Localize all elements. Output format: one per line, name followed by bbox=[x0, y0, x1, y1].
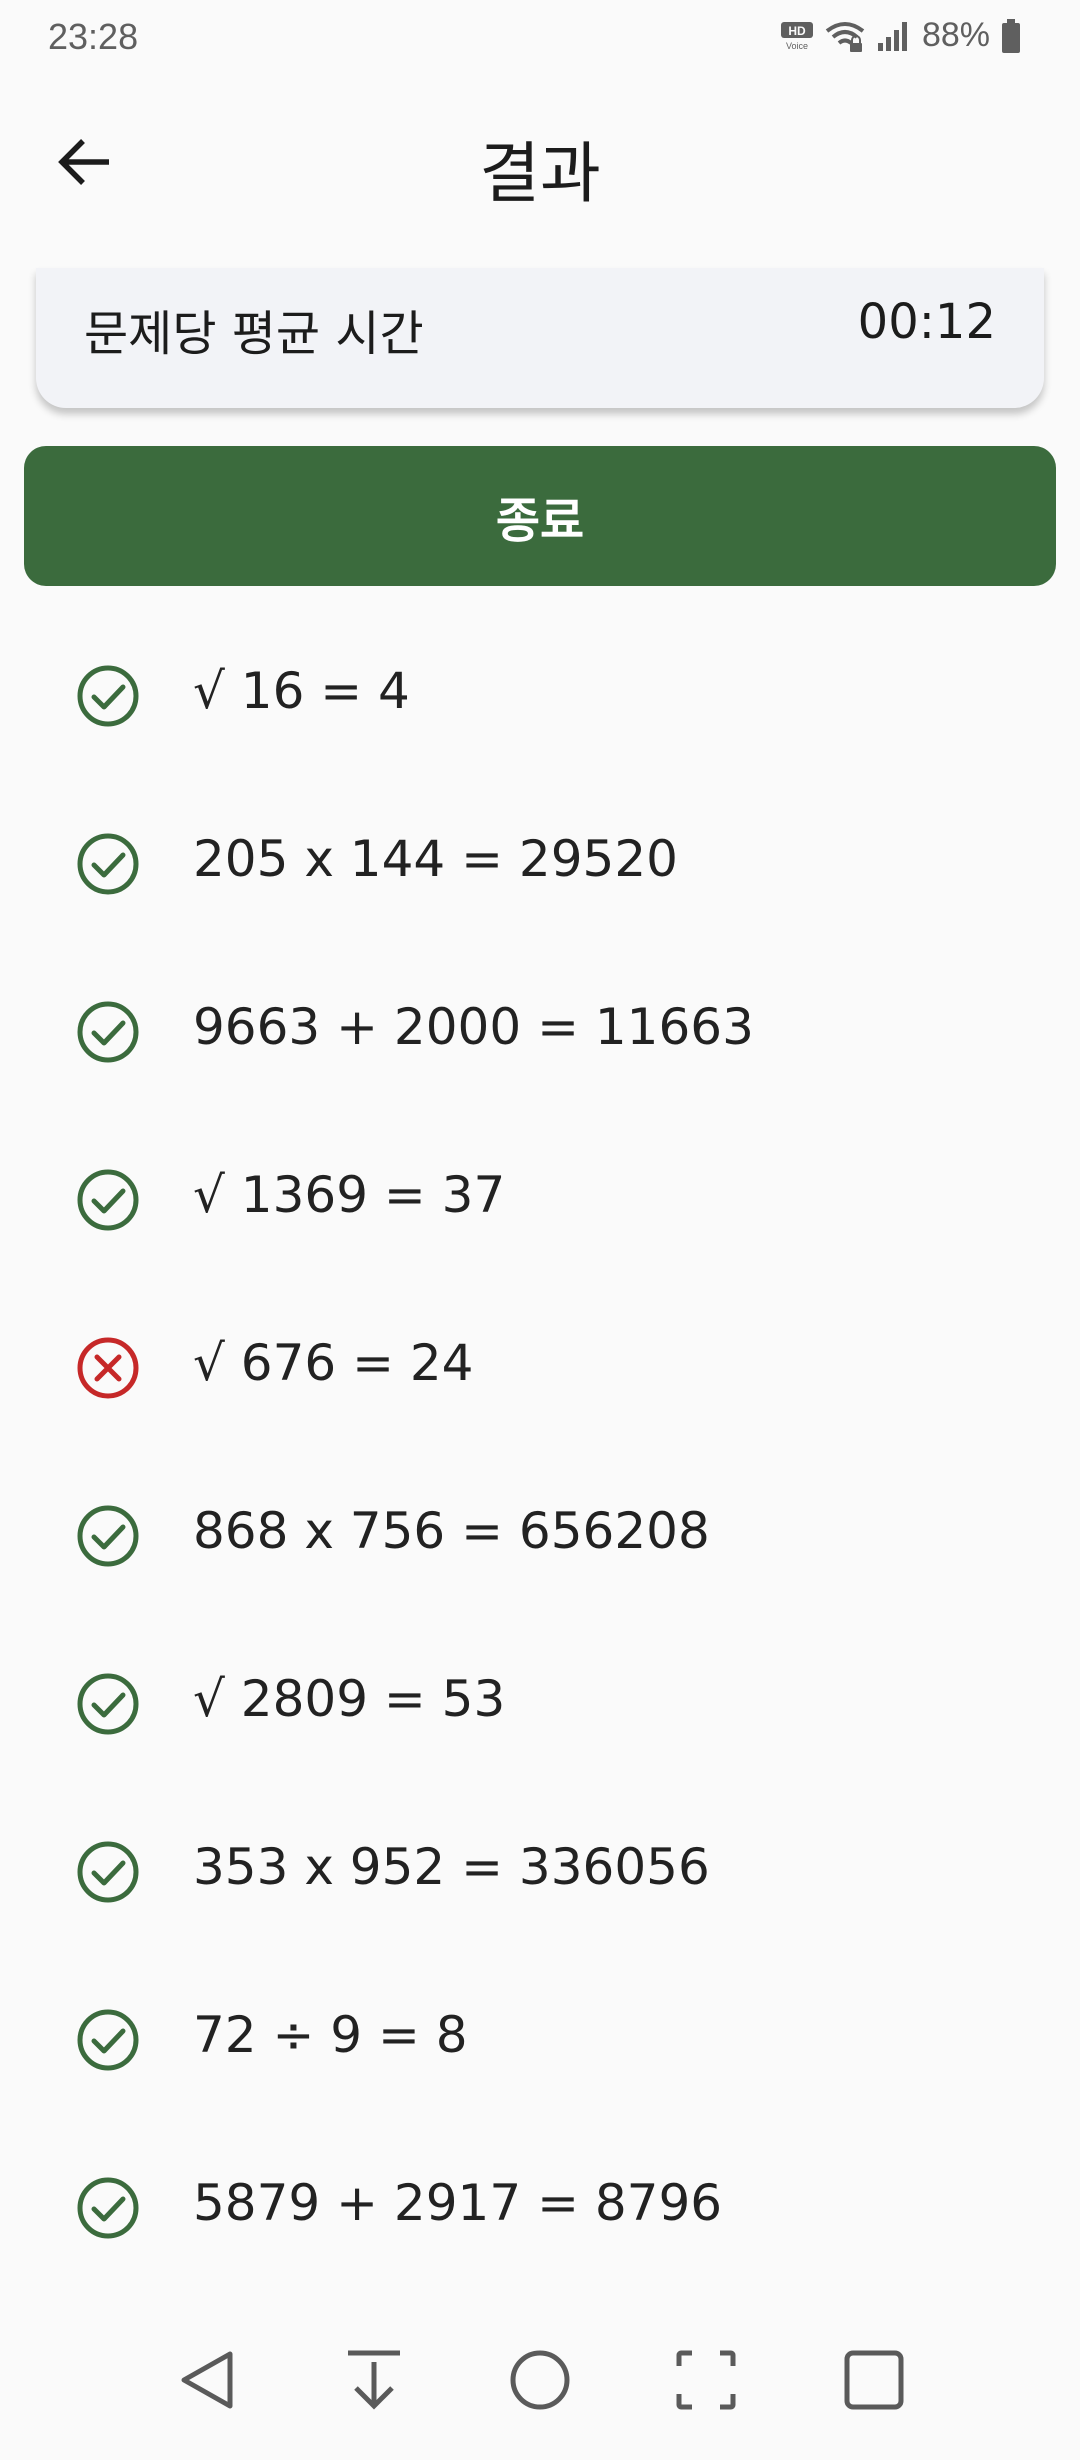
result-row: √ 16 = 4 bbox=[0, 612, 1080, 780]
page-title: 결과 bbox=[479, 135, 601, 212]
end-button-label: 종료 bbox=[495, 493, 585, 549]
check-circle-icon bbox=[77, 1673, 139, 1735]
summary-card: 문제당 평균 시간 00:12 bbox=[36, 268, 1044, 408]
download-arrow-icon[interactable] bbox=[342, 2348, 406, 2412]
back-triangle-icon[interactable] bbox=[176, 2348, 240, 2412]
result-row: 9663 + 2000 = 11663 bbox=[0, 948, 1080, 1116]
average-time-value: 00:12 bbox=[857, 294, 996, 350]
navigation-bar bbox=[0, 2300, 1080, 2460]
result-row: 353 x 952 = 336056 bbox=[0, 1788, 1080, 1956]
result-row: 5879 + 2917 = 8796 bbox=[0, 2124, 1080, 2292]
result-expression: 72 ÷ 9 = 8 bbox=[193, 2006, 468, 2064]
result-row: 205 x 144 = 29520 bbox=[0, 780, 1080, 948]
wifi-icon bbox=[825, 21, 865, 52]
battery-percent: 88% bbox=[921, 16, 990, 54]
hd-badge-text: HD bbox=[788, 24, 806, 38]
result-expression: 205 x 144 = 29520 bbox=[193, 830, 678, 888]
battery-icon bbox=[1002, 18, 1020, 53]
check-circle-icon bbox=[77, 1841, 139, 1903]
status-bar: 23:28 HD Voice 88% bbox=[0, 0, 1080, 80]
check-circle-icon bbox=[77, 833, 139, 895]
result-expression: √ 16 = 4 bbox=[193, 662, 410, 720]
signal-icon bbox=[877, 21, 907, 51]
recents-square-icon[interactable] bbox=[842, 2348, 906, 2412]
result-row: √ 1369 = 37 bbox=[0, 1116, 1080, 1284]
result-row: √ 676 = 24 bbox=[0, 1284, 1080, 1452]
result-expression: 9663 + 2000 = 11663 bbox=[193, 998, 754, 1056]
app-bar: 결과 bbox=[0, 80, 1080, 240]
check-circle-icon bbox=[77, 1001, 139, 1063]
check-circle-icon bbox=[77, 1169, 139, 1231]
check-circle-icon bbox=[77, 665, 139, 727]
hd-voice-icon: HD Voice bbox=[780, 21, 813, 51]
end-button[interactable]: 종료 bbox=[24, 446, 1056, 586]
check-circle-icon bbox=[77, 1505, 139, 1567]
status-icons: HD Voice 88% bbox=[780, 16, 1022, 55]
result-expression: √ 2809 = 53 bbox=[193, 1670, 506, 1728]
check-circle-icon bbox=[77, 2009, 139, 2071]
result-expression: √ 1369 = 37 bbox=[193, 1166, 506, 1224]
voice-badge-text: Voice bbox=[786, 41, 808, 51]
result-expression: 353 x 952 = 336056 bbox=[193, 1838, 710, 1896]
result-row: 868 x 756 = 656208 bbox=[0, 1452, 1080, 1620]
status-time: 23:28 bbox=[48, 16, 139, 57]
screenshot-frame-icon[interactable] bbox=[674, 2348, 738, 2412]
result-row: 72 ÷ 9 = 8 bbox=[0, 1956, 1080, 2124]
result-expression: √ 676 = 24 bbox=[193, 1334, 474, 1392]
cross-circle-icon bbox=[77, 1337, 139, 1399]
home-circle-icon[interactable] bbox=[508, 2348, 572, 2412]
result-expression: 5879 + 2917 = 8796 bbox=[193, 2174, 723, 2232]
result-expression: 868 x 756 = 656208 bbox=[193, 1502, 710, 1560]
check-circle-icon bbox=[77, 2177, 139, 2239]
result-row: √ 2809 = 53 bbox=[0, 1620, 1080, 1788]
result-list: √ 16 = 4 205 x 144 = 29520 9663 + 2000 = 1… bbox=[0, 612, 1080, 2292]
average-time-label: 문제당 평균 시간 bbox=[84, 306, 424, 362]
